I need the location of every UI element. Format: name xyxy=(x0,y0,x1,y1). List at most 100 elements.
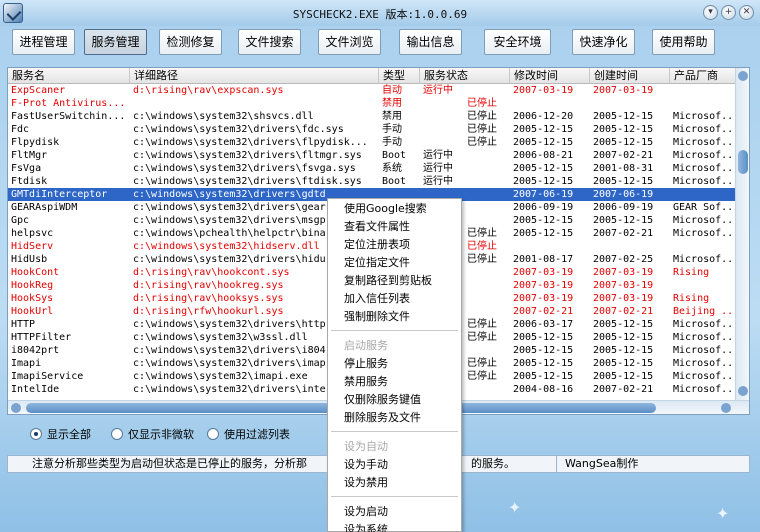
scroll-right-icon[interactable] xyxy=(721,403,731,413)
column-header-state[interactable]: 服务状态 xyxy=(420,68,510,84)
menu-item[interactable]: 设为系统 xyxy=(344,522,388,532)
menu-item[interactable]: 设为禁用 xyxy=(344,475,388,491)
column-header-vendor[interactable]: 产品厂商 xyxy=(670,68,736,84)
menu-item[interactable]: 使用Google搜索 xyxy=(344,201,427,217)
filter-use-list[interactable]: 使用过滤列表 xyxy=(207,427,290,441)
cell-state: 运行中 xyxy=(423,85,453,96)
cell-vendor xyxy=(670,279,736,292)
cell-name: helpsvc xyxy=(11,228,54,239)
filter-show-all[interactable]: 显示全部 xyxy=(30,427,91,441)
menu-item[interactable]: 复制路径到剪贴板 xyxy=(344,273,432,289)
cell-mtime: 2001-08-17 xyxy=(513,254,574,265)
cell-name: Imapi xyxy=(11,358,42,369)
cell-vendor xyxy=(670,240,736,253)
status-author: WangSea制作 xyxy=(556,456,638,472)
menu-item[interactable]: 删除服务及文件 xyxy=(344,410,421,426)
tab-file-search[interactable]: 文件搜索 xyxy=(238,29,301,55)
cell-name: HookCont xyxy=(11,267,60,278)
filter-non-microsoft[interactable]: 仅显示非微软 xyxy=(111,427,194,441)
cell-path: c:\windows\system32\drivers\flpydisk... xyxy=(133,137,368,148)
table-row[interactable]: Fdc c:\windows\system32\drivers\fdc.sys 手动… xyxy=(8,123,736,136)
table-row[interactable]: FsVga c:\windows\system32\drivers\fsvga.s… xyxy=(8,162,736,175)
menu-item[interactable]: 停止服务 xyxy=(344,356,388,372)
vertical-scrollbar[interactable] xyxy=(735,68,749,400)
column-header-name[interactable]: 服务名 xyxy=(8,68,130,84)
cell-path: d:\rising\rav\expscan.sys xyxy=(133,85,284,96)
scroll-left-icon[interactable] xyxy=(11,403,21,413)
cell-state: 已停止 xyxy=(467,98,497,109)
column-header-ctime[interactable]: 创建时间 xyxy=(590,68,670,84)
tab-process-manager[interactable]: 进程管理 xyxy=(12,29,75,55)
tab-service-manager[interactable]: 服务管理 xyxy=(84,29,147,55)
cell-vendor: Microsof... xyxy=(673,319,736,330)
tab-file-browse[interactable]: 文件浏览 xyxy=(318,29,381,55)
cell-path: c:\windows\system32\shsvcs.dll xyxy=(133,111,314,122)
radio-icon[interactable] xyxy=(207,428,219,440)
table-row[interactable]: Ftdisk c:\windows\system32\drivers\ftdisk… xyxy=(8,175,736,188)
cell-name: HookUrl xyxy=(11,306,54,317)
table-row[interactable]: FastUserSwitchin... c:\windows\system32\s… xyxy=(8,110,736,123)
cell-path: c:\windows\system32\drivers\ftdisk.sys xyxy=(133,176,362,187)
cell-name: HidUsb xyxy=(11,254,48,265)
menu-item[interactable]: 设为启动 xyxy=(344,504,388,520)
cell-vendor xyxy=(670,97,736,110)
cell-mtime: 2007-06-19 xyxy=(513,189,574,200)
cell-vendor: GEAR Sof... xyxy=(673,202,736,213)
menu-item[interactable]: 定位注册表项 xyxy=(344,237,410,253)
cell-ctime: 2005-12-15 xyxy=(593,358,654,369)
cell-name: FltMgr xyxy=(11,150,48,161)
menu-separator xyxy=(331,496,458,497)
cell-vendor: Microsof... xyxy=(673,163,736,174)
menu-item[interactable]: 设为手动 xyxy=(344,457,388,473)
context-menu: 使用Google搜索 查看文件属性 定位注册表项 定位指定文件复制路径到剪贴板 加入信任… xyxy=(327,198,462,532)
radio-checked-icon[interactable] xyxy=(30,428,42,440)
cell-vendor: Microsof... xyxy=(673,137,736,148)
menu-item[interactable]: 定位指定文件 xyxy=(344,255,410,271)
cell-mtime: 2007-03-19 xyxy=(513,280,574,291)
column-header-mtime[interactable]: 修改时间 xyxy=(510,68,590,84)
tab-help[interactable]: 使用帮助 xyxy=(652,29,715,55)
table-row[interactable]: F-Prot Antivirus... 禁用 已停止 xyxy=(8,97,736,110)
menu-item[interactable]: 查看文件属性 xyxy=(344,219,410,235)
table-row[interactable]: ExpScaner d:\rising\rav\expscan.sys 自动 运行中 2… xyxy=(8,84,736,97)
cell-ctime: 2005-12-15 xyxy=(593,137,654,148)
cell-name: Gpc xyxy=(11,215,30,226)
minimize-icon[interactable]: ▾ xyxy=(703,5,718,20)
menu-item[interactable]: 强制删除文件 xyxy=(344,309,410,325)
tab-security-env[interactable]: 安全环境 xyxy=(484,29,551,55)
vertical-scroll-thumb[interactable] xyxy=(738,150,748,174)
tab-output-info[interactable]: 输出信息 xyxy=(399,29,462,55)
cell-ctime: 2005-12-15 xyxy=(593,176,654,187)
scroll-up-icon[interactable] xyxy=(738,71,748,81)
sparkle-icon: ✦ xyxy=(716,504,730,523)
status-message: 注意分析那些类型为启动但状态是已停止的服务，分析那 xyxy=(32,457,307,470)
cell-state: 已停止 xyxy=(467,124,497,135)
cell-vendor: Microsof... xyxy=(673,111,736,122)
tab-quick-clean[interactable]: 快速净化 xyxy=(572,29,635,55)
cell-vendor: Microsof... xyxy=(673,345,736,356)
column-header-type[interactable]: 类型 xyxy=(379,68,420,84)
menu-item[interactable]: 加入信任列表 xyxy=(344,291,410,307)
scroll-down-icon[interactable] xyxy=(738,386,748,396)
filter-non-microsoft-label: 仅显示非微软 xyxy=(128,428,194,441)
cell-ctime: 2007-03-19 xyxy=(593,85,654,96)
cell-name: F-Prot Antivirus... xyxy=(11,98,126,109)
cell-ctime: 2007-03-19 xyxy=(593,267,654,278)
table-row[interactable]: FltMgr c:\windows\system32\drivers\fltmgr… xyxy=(8,149,736,162)
maximize-icon[interactable]: + xyxy=(721,5,736,20)
cell-name: Fdc xyxy=(11,124,30,135)
radio-icon[interactable] xyxy=(111,428,123,440)
cell-type: 系统 xyxy=(382,163,402,174)
cell-path: c:\windows\system32\drivers\fltmgr.sys xyxy=(133,150,362,161)
menu-item[interactable]: 禁用服务 xyxy=(344,374,388,390)
cell-ctime: 2007-03-19 xyxy=(593,293,654,304)
table-row[interactable]: Flpydisk c:\windows\system32\drivers\flpy… xyxy=(8,136,736,149)
cell-name: GMTdiInterceptor xyxy=(11,189,108,200)
tab-detect-repair[interactable]: 检测修复 xyxy=(159,29,222,55)
close-icon[interactable]: ✕ xyxy=(739,5,754,20)
column-header-path[interactable]: 详细路径 xyxy=(130,68,379,84)
cell-mtime: 2006-12-20 xyxy=(513,111,574,122)
cell-ctime: 2005-12-15 xyxy=(593,319,654,330)
cell-vendor: Microsof... xyxy=(673,371,736,382)
menu-item[interactable]: 仅删除服务键值 xyxy=(344,392,421,408)
